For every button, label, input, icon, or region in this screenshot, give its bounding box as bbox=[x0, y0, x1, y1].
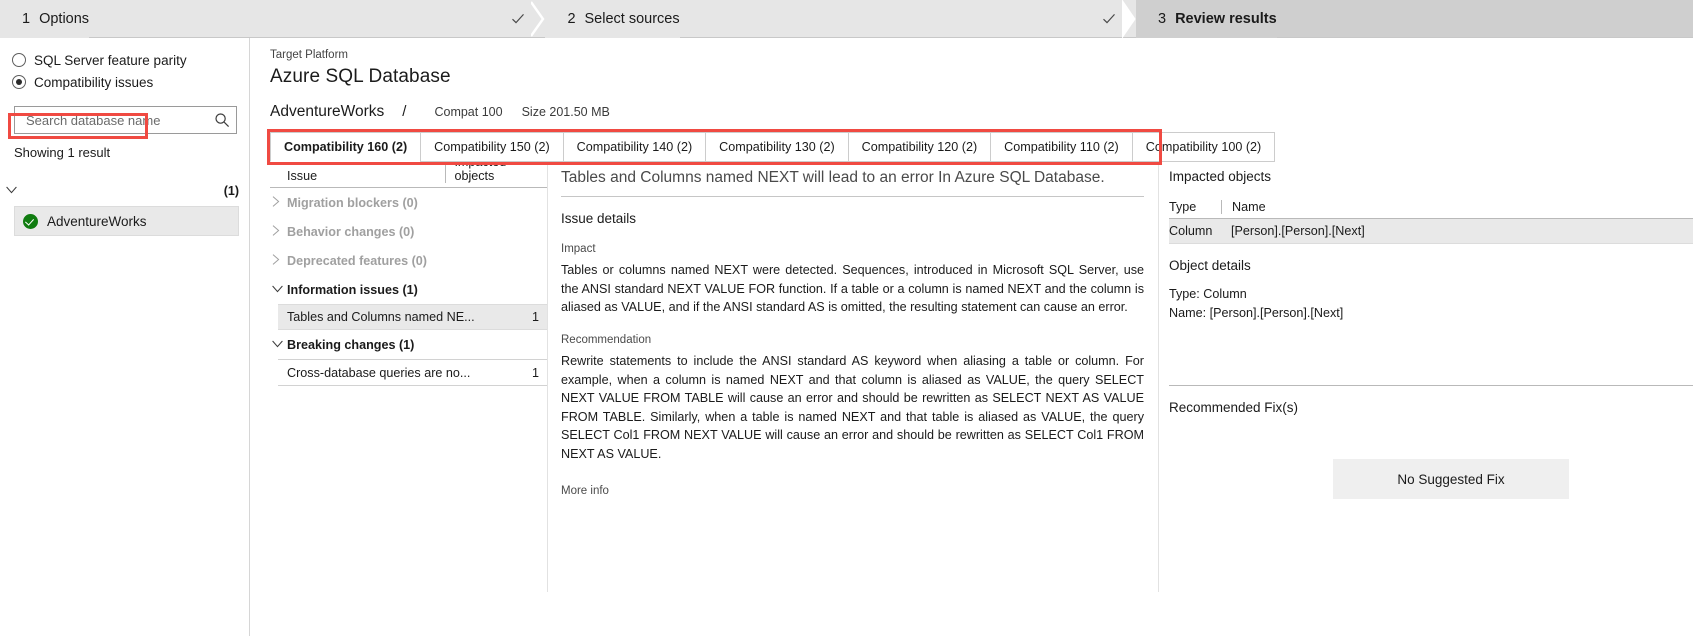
impacted-object-row[interactable]: Column [Person].[Person].[Next] bbox=[1169, 219, 1693, 244]
issue-row-cross-database-queries[interactable]: Cross-database queries are no... 1 bbox=[278, 360, 547, 386]
recommended-fix-divider bbox=[1169, 384, 1693, 386]
column-header-issue: Issue bbox=[287, 169, 318, 183]
chevron-down-icon[interactable] bbox=[270, 285, 287, 296]
tab-compatibility-110[interactable]: Compatibility 110 (2) bbox=[990, 132, 1133, 162]
radio-selected-icon bbox=[12, 75, 26, 89]
compatibility-tabs: Compatibility 160 (2) Compatibility 150 … bbox=[267, 129, 1276, 165]
database-name-label: AdventureWorks bbox=[47, 213, 147, 229]
chevron-separator-icon bbox=[531, 0, 545, 38]
summary-compat-level: Compat 100 bbox=[434, 105, 503, 119]
tab-compatibility-140[interactable]: Compatibility 140 (2) bbox=[562, 132, 707, 162]
wizard-step-label: Review results bbox=[1175, 11, 1277, 27]
wizard-step-options[interactable]: 1 Options bbox=[0, 0, 90, 38]
radio-label: SQL Server feature parity bbox=[34, 52, 187, 68]
issue-details-title: Tables and Columns named NEXT will lead … bbox=[561, 162, 1144, 197]
issue-row-tables-and-columns-named-next[interactable]: Tables and Columns named NE... 1 bbox=[278, 304, 547, 330]
category-label: Information issues (1) bbox=[287, 283, 418, 297]
search-input[interactable] bbox=[24, 111, 214, 129]
chevron-right-icon[interactable] bbox=[270, 254, 287, 268]
category-breaking-changes[interactable]: Breaking changes (1) bbox=[270, 331, 547, 359]
wizard-step-number: 1 bbox=[22, 11, 31, 27]
summary-database-name: AdventureWorks bbox=[270, 103, 385, 120]
recommendation-text: Rewrite statements to include the ANSI s… bbox=[561, 353, 1144, 461]
category-information-issues[interactable]: Information issues (1) bbox=[270, 276, 547, 304]
chevron-right-icon[interactable] bbox=[270, 196, 287, 210]
recommendation-label: Recommendation bbox=[561, 333, 652, 346]
impacted-objects-title: Impacted objects bbox=[1169, 169, 1272, 184]
impact-text: Tables or columns named NEXT were detect… bbox=[561, 263, 1144, 315]
recommended-fix-title: Recommended Fix(s) bbox=[1169, 399, 1299, 415]
issues-table-header: Issue Impacted objects bbox=[270, 155, 547, 188]
radio-sql-server-feature-parity[interactable]: SQL Server feature parity bbox=[0, 49, 249, 71]
wizard-step-label: Options bbox=[39, 11, 90, 27]
category-label: Deprecated features (0) bbox=[287, 254, 427, 268]
issue-name: Cross-database queries are no... bbox=[287, 365, 471, 380]
chevron-separator-icon bbox=[1122, 0, 1136, 38]
tab-compatibility-160[interactable]: Compatibility 160 (2) bbox=[270, 132, 422, 162]
results-content: Issue Impacted objects Migration blocker… bbox=[260, 155, 1693, 592]
database-group-header[interactable]: (1) bbox=[0, 181, 249, 201]
tab-compatibility-150[interactable]: Compatibility 150 (2) bbox=[420, 132, 564, 162]
wizard-step-review-results[interactable]: 3 Review results bbox=[1136, 0, 1277, 38]
wizard-spacer-2 bbox=[679, 0, 1096, 37]
main-panel: Target Platform Azure SQL Database Adven… bbox=[250, 38, 1693, 636]
impacted-object-type: Column bbox=[1169, 224, 1213, 238]
radio-label: Compatibility issues bbox=[34, 74, 154, 90]
wizard-step-select-sources[interactable]: 2 Select sources bbox=[545, 0, 680, 38]
issue-impacted-count: 1 bbox=[531, 310, 539, 324]
summary-separator: / bbox=[402, 103, 407, 120]
wizard-spacer-1 bbox=[89, 0, 506, 37]
no-suggested-fix-box: No Suggested Fix bbox=[1333, 459, 1569, 499]
chevron-down-icon[interactable] bbox=[2, 185, 20, 197]
impacted-objects-panel: Impacted objects Type Name Column [Perso… bbox=[1158, 162, 1693, 592]
tab-compatibility-120[interactable]: Compatibility 120 (2) bbox=[847, 132, 992, 162]
summary-size: Size 201.50 MB bbox=[521, 105, 610, 119]
check-icon bbox=[505, 0, 531, 38]
column-header-type: Type bbox=[1169, 200, 1197, 214]
wizard-step-number: 2 bbox=[567, 11, 576, 27]
issue-details-panel: Tables and Columns named NEXT will lead … bbox=[548, 162, 1158, 592]
left-sidebar: SQL Server feature parity Compatibility … bbox=[0, 38, 250, 636]
impact-label: Impact bbox=[561, 243, 596, 255]
target-platform-value: Azure SQL Database bbox=[270, 66, 451, 87]
radio-compatibility-issues[interactable]: Compatibility issues bbox=[0, 71, 249, 93]
radio-icon bbox=[12, 53, 26, 67]
issue-impacted-count: 1 bbox=[531, 365, 539, 380]
more-info-link[interactable]: More info bbox=[561, 485, 1144, 497]
issues-tree-panel: Issue Impacted objects Migration blocker… bbox=[260, 155, 548, 592]
database-summary-line: AdventureWorks / Compat 100 Size 201.50 … bbox=[260, 88, 1693, 121]
issue-details-section-heading: Issue details bbox=[561, 211, 637, 226]
success-check-icon bbox=[23, 213, 38, 229]
search-icon[interactable] bbox=[214, 112, 230, 128]
chevron-down-icon[interactable] bbox=[270, 340, 287, 351]
wizard-progress-header: 1 Options 2 Select sources 3 Review resu… bbox=[0, 0, 1693, 38]
category-label: Behavior changes (0) bbox=[287, 225, 415, 239]
object-details-type: Type: Column bbox=[1169, 287, 1247, 301]
search-database-box[interactable] bbox=[14, 106, 237, 134]
impacted-table-header: Type Name bbox=[1169, 200, 1693, 219]
category-deprecated-features[interactable]: Deprecated features (0) bbox=[270, 247, 547, 275]
page-body: SQL Server feature parity Compatibility … bbox=[0, 38, 1693, 636]
wizard-step-label: Select sources bbox=[584, 11, 680, 27]
check-icon bbox=[1096, 0, 1122, 38]
wizard-tail bbox=[1276, 0, 1693, 37]
database-group-count: (1) bbox=[223, 184, 239, 198]
category-label: Breaking changes (1) bbox=[287, 338, 415, 352]
issue-name: Tables and Columns named NE... bbox=[287, 310, 475, 324]
results-count-label: Showing 1 result bbox=[14, 145, 111, 160]
tab-compatibility-100[interactable]: Compatibility 100 (2) bbox=[1131, 132, 1276, 162]
category-migration-blockers[interactable]: Migration blockers (0) bbox=[270, 189, 547, 217]
object-details-title: Object details bbox=[1169, 258, 1251, 273]
category-behavior-changes[interactable]: Behavior changes (0) bbox=[270, 218, 547, 246]
target-platform-label: Target Platform bbox=[270, 49, 348, 61]
tab-compatibility-130[interactable]: Compatibility 130 (2) bbox=[705, 132, 849, 162]
object-details-name: Name: [Person].[Person].[Next] bbox=[1169, 305, 1344, 320]
target-platform-block: Target Platform Azure SQL Database bbox=[260, 38, 1693, 88]
sidebar-item-adventureworks[interactable]: AdventureWorks bbox=[14, 206, 239, 236]
wizard-step-number: 3 bbox=[1158, 11, 1167, 27]
chevron-right-icon[interactable] bbox=[270, 225, 287, 239]
column-header-name: Name bbox=[1221, 200, 1693, 214]
impacted-object-name: [Person].[Person].[Next] bbox=[1231, 224, 1365, 238]
category-label: Migration blockers (0) bbox=[287, 196, 418, 210]
